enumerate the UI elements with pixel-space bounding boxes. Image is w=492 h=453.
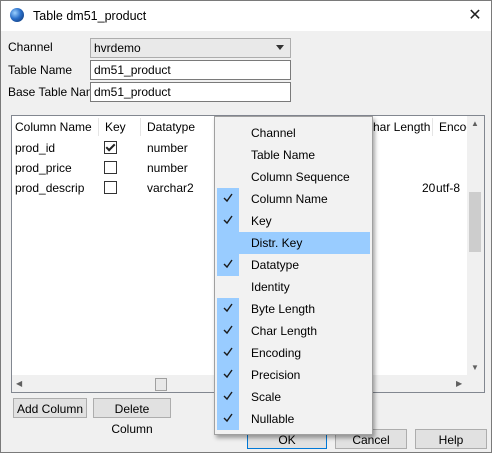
menu-item-label: Precision <box>251 368 301 382</box>
menu-item-label: Nullable <box>251 412 295 426</box>
row-2-name[interactable]: prod_descrip <box>15 181 84 195</box>
menu-item-identity[interactable]: Identity <box>217 276 370 298</box>
header-char-length[interactable]: har Length <box>373 120 430 134</box>
column-context-menu: Channel Table Name Column Sequence Colum… <box>214 116 373 435</box>
menu-item-precision[interactable]: Precision <box>217 364 370 386</box>
header-divider[interactable] <box>140 118 141 136</box>
menu-item-byte-length[interactable]: Byte Length <box>217 298 370 320</box>
row-0-key-checkbox[interactable] <box>104 141 117 154</box>
menu-item-label: Column Sequence <box>251 170 350 184</box>
header-column-name[interactable]: Column Name <box>15 120 92 134</box>
row-2-key-checkbox[interactable] <box>104 181 117 194</box>
scroll-left-icon[interactable]: ◀ <box>16 379 22 388</box>
check-icon <box>223 259 233 269</box>
menu-item-label: Key <box>251 214 272 228</box>
menu-item-label: Encoding <box>251 346 302 360</box>
channel-value: hvrdemo <box>94 41 141 55</box>
table-dialog: Table dm51_product ✕ Channel hvrdemo Tab… <box>0 0 492 453</box>
check-icon <box>223 369 233 379</box>
check-icon <box>223 303 233 313</box>
channel-label: Channel <box>8 40 53 54</box>
delete-column-button[interactable]: Delete Column <box>93 398 171 436</box>
menu-item-datatype[interactable]: Datatype <box>217 254 370 276</box>
menu-item-nullable[interactable]: Nullable <box>217 408 370 430</box>
menu-item-label: Distr. Key <box>251 236 303 250</box>
row-2-encoding[interactable]: utf-8 <box>436 181 460 195</box>
menu-item-label: Scale <box>251 390 282 404</box>
header-divider[interactable] <box>432 118 433 136</box>
add-column-button[interactable]: Add Column <box>13 398 87 418</box>
header-divider[interactable] <box>98 118 99 136</box>
base-table-name-field[interactable]: dm51_product <box>90 82 291 102</box>
row-1-key-checkbox[interactable] <box>104 161 117 174</box>
menu-item-distr-key[interactable]: Distr. Key <box>217 232 370 254</box>
menu-item-label: Datatype <box>251 258 300 272</box>
header-key[interactable]: Key <box>105 120 126 134</box>
row-1-datatype[interactable]: number <box>147 161 188 175</box>
menu-item-column-name[interactable]: Column Name <box>217 188 370 210</box>
menu-item-encoding[interactable]: Encoding <box>217 342 370 364</box>
menu-item-scale[interactable]: Scale <box>217 386 370 408</box>
row-0-name[interactable]: prod_id <box>15 141 55 155</box>
close-icon[interactable]: ✕ <box>462 4 488 28</box>
menu-item-label: Table Name <box>251 148 316 162</box>
window-title: Table dm51_product <box>33 9 147 23</box>
check-icon <box>223 391 233 401</box>
menu-item-char-length[interactable]: Char Length <box>217 320 370 342</box>
check-icon <box>223 325 233 335</box>
menu-gutter <box>217 144 239 166</box>
menu-gutter <box>217 276 239 298</box>
menu-item-label: Char Length <box>251 324 318 338</box>
menu-gutter <box>217 122 239 144</box>
globe-icon <box>10 8 24 22</box>
check-icon <box>223 347 233 357</box>
row-2-char-length[interactable]: 20 <box>422 181 435 195</box>
menu-item-label: Channel <box>251 126 296 140</box>
menu-item-channel[interactable]: Channel <box>217 122 370 144</box>
check-icon <box>223 215 233 225</box>
menu-item-table-name[interactable]: Table Name <box>217 144 370 166</box>
check-icon <box>223 413 233 423</box>
scroll-down-icon[interactable]: ▼ <box>471 363 479 372</box>
help-button[interactable]: Help <box>415 429 487 449</box>
scroll-right-icon[interactable]: ▶ <box>456 379 462 388</box>
horizontal-scroll-thumb[interactable] <box>155 378 167 391</box>
menu-item-label: Column Name <box>251 192 328 206</box>
row-2-datatype[interactable]: varchar2 <box>147 181 194 195</box>
table-name-label: Table Name <box>8 63 73 77</box>
menu-gutter <box>217 232 239 254</box>
table-name-field[interactable]: dm51_product <box>90 60 291 80</box>
row-1-name[interactable]: prod_price <box>15 161 72 175</box>
chevron-down-icon <box>276 45 284 50</box>
vertical-scrollbar[interactable]: ▲ ▼ <box>467 116 484 375</box>
menu-item-column-sequence[interactable]: Column Sequence <box>217 166 370 188</box>
menu-gutter <box>217 166 239 188</box>
check-icon <box>223 193 233 203</box>
menu-item-key[interactable]: Key <box>217 210 370 232</box>
scroll-up-icon[interactable]: ▲ <box>471 119 479 128</box>
base-table-name-label: Base Table Name <box>8 85 103 99</box>
vertical-scroll-thumb[interactable] <box>469 192 481 252</box>
header-datatype[interactable]: Datatype <box>147 120 195 134</box>
row-0-datatype[interactable]: number <box>147 141 188 155</box>
menu-item-label: Byte Length <box>251 302 316 316</box>
title-bar: Table dm51_product ✕ <box>1 1 491 31</box>
scroll-corner <box>467 375 484 392</box>
menu-item-label: Identity <box>251 280 290 294</box>
channel-select[interactable]: hvrdemo <box>90 38 291 58</box>
